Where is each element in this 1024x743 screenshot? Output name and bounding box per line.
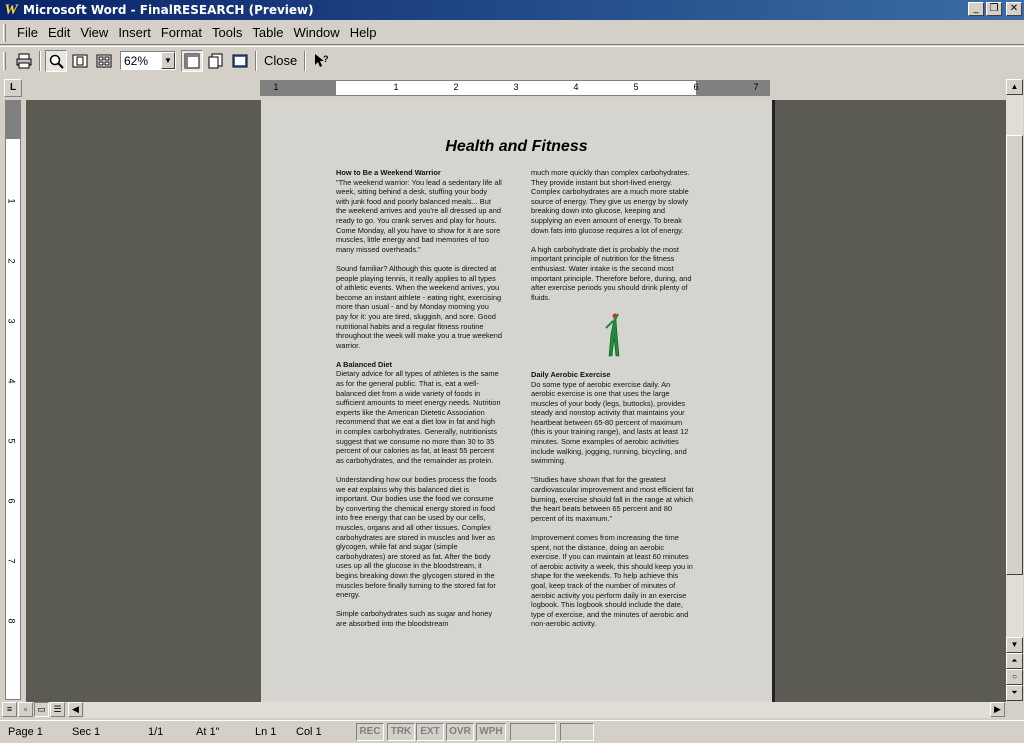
ruler-label: 3 xyxy=(513,82,519,92)
vertical-ruler[interactable]: 1 2 3 4 5 6 7 8 xyxy=(5,100,21,700)
normal-view-icon[interactable]: ≡ xyxy=(2,702,17,717)
one-page-icon[interactable] xyxy=(69,50,91,72)
vertical-scrollbar[interactable]: ▲ ▼ ⏶ ○ ⏷ xyxy=(1006,79,1023,701)
menu-table[interactable]: Table xyxy=(247,25,288,40)
document-title: Health and Fitness xyxy=(445,138,588,155)
status-bar: Page 1 Sec 1 1/1 At 1" Ln 1 Col 1 REC TR… xyxy=(0,720,1024,743)
select-browse-object-button[interactable]: ○ xyxy=(1006,669,1023,685)
ruler-label: 7 xyxy=(753,82,759,92)
ruler-label: 5 xyxy=(6,438,17,444)
ruler-label: 2 xyxy=(453,82,459,92)
word-app-icon[interactable]: W xyxy=(3,2,19,18)
scroll-right-button[interactable]: ▶ xyxy=(990,702,1005,717)
scroll-thumb[interactable] xyxy=(1006,135,1023,575)
status-blank-box xyxy=(560,723,594,741)
shrink-to-fit-icon[interactable] xyxy=(205,50,227,72)
paragraph: Sound familiar? Although this quote is d… xyxy=(336,263,502,350)
restore-button[interactable]: ❐ xyxy=(986,2,1002,16)
ruler-label: 4 xyxy=(573,82,579,92)
print-icon[interactable] xyxy=(13,50,35,72)
status-page: Page 1 xyxy=(8,726,43,738)
web-layout-view-icon[interactable]: ▫ xyxy=(18,702,33,717)
document-page[interactable]: Health and Fitness How to Be a Weekend W… xyxy=(261,100,772,702)
print-preview-toolbar: 62% ▼ Close ? xyxy=(0,46,1024,74)
ruler-label: 1 xyxy=(273,82,279,92)
status-at: At 1" xyxy=(196,726,220,738)
menu-grip[interactable] xyxy=(3,23,6,42)
horizontal-ruler[interactable]: 1 1 2 3 4 5 6 7 xyxy=(260,80,770,96)
menu-file[interactable]: File xyxy=(12,25,43,40)
rec-indicator[interactable]: REC xyxy=(356,723,384,741)
zoom-value: 62% xyxy=(124,53,149,68)
tab-selector[interactable]: L xyxy=(4,79,22,97)
section-heading: How to Be a Weekend Warrior xyxy=(336,168,441,177)
paragraph: Simple carbohydrates such as sugar and h… xyxy=(336,609,493,628)
preview-workspace[interactable]: Health and Fitness How to Be a Weekend W… xyxy=(26,100,1006,702)
menu-help[interactable]: Help xyxy=(345,25,382,40)
magnifier-icon[interactable] xyxy=(45,49,67,72)
ruler-label: 2 xyxy=(6,258,17,264)
wph-indicator[interactable]: WPH xyxy=(476,723,506,741)
next-page-button[interactable]: ⏷ xyxy=(1006,685,1023,701)
section-heading: A Balanced Diet xyxy=(336,359,392,369)
menu-format[interactable]: Format xyxy=(156,25,207,40)
ruler-label: 6 xyxy=(6,498,17,504)
print-layout-view-icon[interactable]: ▭ xyxy=(34,702,49,717)
menu-window[interactable]: Window xyxy=(288,25,344,40)
context-help-icon[interactable]: ? xyxy=(310,50,332,72)
status-column: Col 1 xyxy=(296,726,322,738)
right-column: much more quickly than complex carbohydr… xyxy=(531,168,695,639)
status-section: Sec 1 xyxy=(72,726,101,738)
status-page-count: 1/1 xyxy=(148,726,164,738)
svg-text:?: ? xyxy=(323,54,329,64)
paragraph: Improvement comes from increasing the ti… xyxy=(531,533,693,629)
ruler-label: 3 xyxy=(6,318,17,324)
chevron-down-icon[interactable]: ▼ xyxy=(161,52,175,69)
ruler-label: 7 xyxy=(6,558,17,564)
paragraph: "Studies have shown that for the greates… xyxy=(531,475,694,523)
view-ruler-icon[interactable] xyxy=(181,49,203,72)
left-column: How to Be a Weekend Warrior "The weekend … xyxy=(336,168,502,638)
exercising-person-clipart xyxy=(605,313,620,357)
close-preview-button[interactable]: Close xyxy=(260,50,301,72)
title-bar: W Microsoft Word - FinalRESEARCH (Previe… xyxy=(0,0,1024,20)
paragraph: A high carbohydrate diet is probably the… xyxy=(531,244,692,302)
scroll-left-button[interactable]: ◀ xyxy=(68,702,83,717)
minimize-button[interactable]: _ xyxy=(968,2,984,16)
menu-insert[interactable]: Insert xyxy=(113,25,156,40)
window-title: Microsoft Word - FinalRESEARCH (Preview) xyxy=(23,3,314,17)
ruler-label: 6 xyxy=(693,82,699,92)
horizontal-scrollbar[interactable] xyxy=(84,702,990,718)
ruler-label: 1 xyxy=(6,198,17,204)
horizontal-scroll-area: ≡ ▫ ▭ ☰ ◀ ▶ xyxy=(0,702,1024,718)
zoom-select[interactable]: 62% ▼ xyxy=(120,51,176,70)
section-heading: Daily Aerobic Exercise xyxy=(531,369,611,379)
ruler-label: 1 xyxy=(393,82,399,92)
paragraph: Do some type of aerobic exercise daily. … xyxy=(531,379,689,466)
full-screen-icon[interactable] xyxy=(229,50,251,72)
menu-tools[interactable]: Tools xyxy=(207,25,247,40)
ruler-label: 4 xyxy=(6,378,17,384)
ruler-label: 5 xyxy=(633,82,639,92)
paragraph: "The weekend warrior: You lead a sedenta… xyxy=(336,177,502,254)
paragraph: Understanding how our bodies process the… xyxy=(336,475,497,600)
multiple-pages-icon[interactable] xyxy=(93,50,115,72)
status-line: Ln 1 xyxy=(255,726,277,738)
scroll-down-button[interactable]: ▼ xyxy=(1006,637,1023,653)
close-window-button[interactable]: ✕ xyxy=(1006,2,1022,16)
paragraph: much more quickly than complex carbohydr… xyxy=(531,168,690,235)
menu-bar: File Edit View Insert Format Tools Table… xyxy=(0,21,1024,45)
ruler-label: 8 xyxy=(6,618,17,624)
toolbar-grip[interactable] xyxy=(3,51,6,70)
ovr-indicator[interactable]: OVR xyxy=(446,723,474,741)
paragraph: Dietary advice for all types of athletes… xyxy=(336,369,501,465)
previous-page-button[interactable]: ⏶ xyxy=(1006,653,1023,669)
status-blank-box xyxy=(510,723,556,741)
menu-view[interactable]: View xyxy=(75,25,113,40)
ext-indicator[interactable]: EXT xyxy=(416,723,444,741)
menu-edit[interactable]: Edit xyxy=(43,25,75,40)
trk-indicator[interactable]: TRK xyxy=(387,723,415,741)
scroll-up-button[interactable]: ▲ xyxy=(1006,79,1023,95)
outline-view-icon[interactable]: ☰ xyxy=(50,702,65,717)
